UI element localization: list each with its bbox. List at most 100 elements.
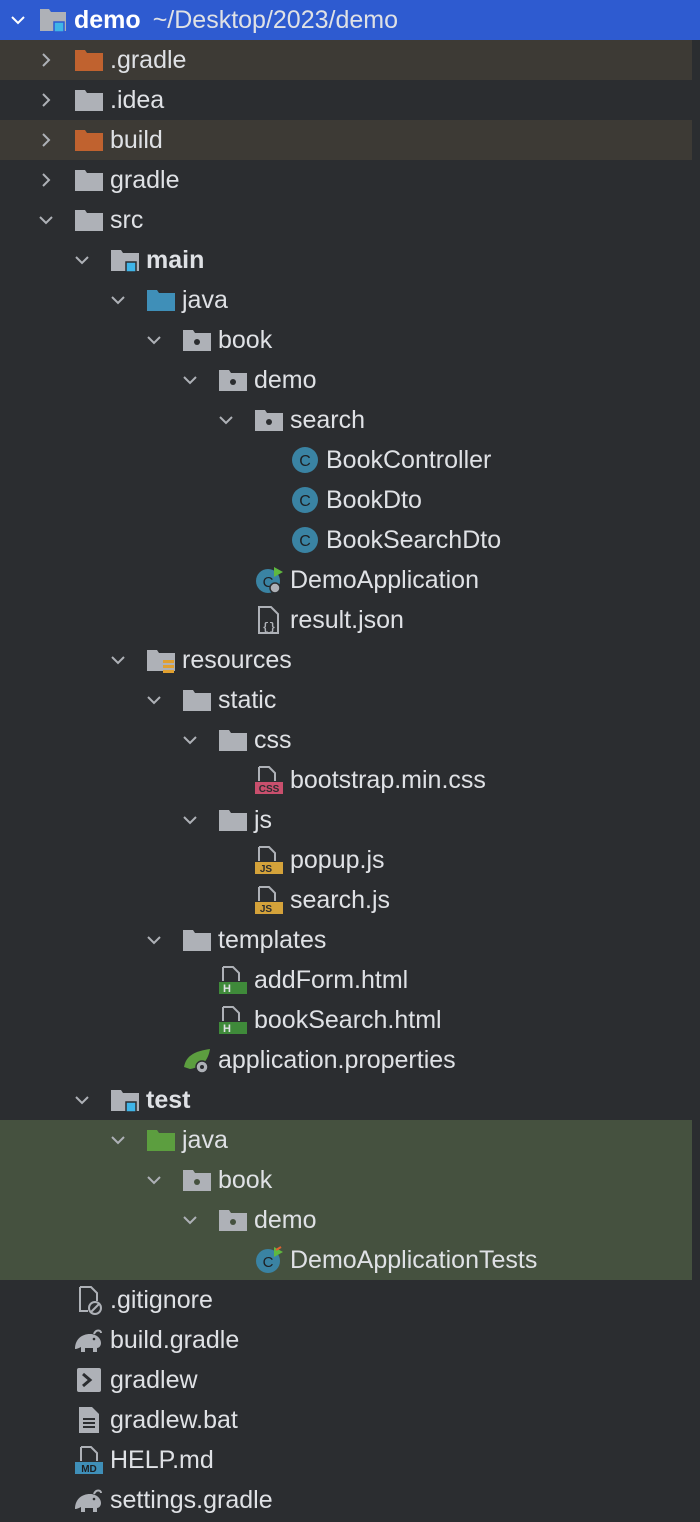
tree-row[interactable]: settings.gradle bbox=[0, 1480, 692, 1520]
folder-icon bbox=[182, 925, 212, 955]
tree-row[interactable]: MD HELP.md bbox=[0, 1440, 692, 1480]
tree-row[interactable]: C DemoApplicationTests bbox=[0, 1240, 692, 1280]
svg-text:JS: JS bbox=[260, 864, 273, 875]
chevron-down-icon[interactable] bbox=[178, 1200, 202, 1240]
tree-row[interactable]: C DemoApplication bbox=[0, 560, 692, 600]
text-file-icon bbox=[74, 1405, 104, 1435]
tree-label: build bbox=[110, 126, 163, 154]
chevron-right-icon[interactable] bbox=[34, 120, 58, 160]
tree-row[interactable]: C BookSearchDto bbox=[0, 520, 692, 560]
test-root-icon bbox=[146, 1125, 176, 1155]
html-file-icon: H bbox=[218, 965, 248, 995]
tree-row[interactable]: java bbox=[0, 1120, 692, 1160]
package-icon bbox=[182, 325, 212, 355]
chevron-down-icon[interactable] bbox=[214, 400, 238, 440]
chevron-right-icon[interactable] bbox=[34, 160, 58, 200]
tree-row[interactable]: css bbox=[0, 720, 692, 760]
chevron-down-icon[interactable] bbox=[6, 0, 30, 40]
css-file-icon: CSS bbox=[254, 765, 284, 795]
chevron-down-icon[interactable] bbox=[142, 680, 166, 720]
chevron-down-icon[interactable] bbox=[70, 1080, 94, 1120]
chevron-down-icon[interactable] bbox=[34, 200, 58, 240]
gradle-icon bbox=[72, 1325, 102, 1355]
tree-row[interactable]: .gradle bbox=[0, 40, 692, 80]
tree-row[interactable]: C BookDto bbox=[0, 480, 692, 520]
tree-label: bootstrap.min.css bbox=[290, 766, 486, 794]
chevron-down-icon[interactable] bbox=[106, 280, 130, 320]
chevron-down-icon[interactable] bbox=[142, 320, 166, 360]
chevron-down-icon[interactable] bbox=[178, 360, 202, 400]
tree-row-project-root[interactable]: demo ~/Desktop/2023/demo bbox=[0, 0, 700, 40]
tree-row[interactable]: .idea bbox=[0, 80, 692, 120]
tree-label: templates bbox=[218, 926, 327, 954]
tree-row[interactable]: gradle bbox=[0, 160, 692, 200]
folder-icon bbox=[218, 805, 248, 835]
package-icon bbox=[182, 1165, 212, 1195]
tree-label: gradle bbox=[110, 166, 180, 194]
tree-label: DemoApplication bbox=[290, 566, 479, 594]
tree-label: result.json bbox=[290, 606, 404, 634]
tree-label: BookController bbox=[326, 446, 492, 474]
tree-row[interactable]: book bbox=[0, 320, 692, 360]
tree-row[interactable]: CSS bootstrap.min.css bbox=[0, 760, 692, 800]
tree-row[interactable]: gradlew bbox=[0, 1360, 692, 1400]
tree-row[interactable]: templates bbox=[0, 920, 692, 960]
chevron-down-icon[interactable] bbox=[70, 240, 94, 280]
tree-row[interactable]: resources bbox=[0, 640, 692, 680]
tree-row[interactable]: demo bbox=[0, 360, 692, 400]
tree-row[interactable]: build.gradle bbox=[0, 1320, 692, 1360]
tree-label: src bbox=[110, 206, 144, 234]
chevron-down-icon[interactable] bbox=[178, 800, 202, 840]
tree-row[interactable]: book bbox=[0, 1160, 692, 1200]
tree-row[interactable]: JS search.js bbox=[0, 880, 692, 920]
chevron-down-icon[interactable] bbox=[106, 1120, 130, 1160]
tree-row[interactable]: .gitignore bbox=[0, 1280, 692, 1320]
spring-boot-app-icon: C bbox=[254, 565, 284, 595]
tree-label: build.gradle bbox=[110, 1326, 240, 1354]
tree-row[interactable]: {} result.json bbox=[0, 600, 692, 640]
tree-row[interactable]: application.properties bbox=[0, 1040, 692, 1080]
tree-label: gradlew.bat bbox=[110, 1406, 238, 1434]
tree-row[interactable]: gradlew.bat bbox=[0, 1400, 692, 1440]
folder-icon bbox=[74, 85, 104, 115]
tree-label: test bbox=[146, 1086, 191, 1114]
tree-label: BookDto bbox=[326, 486, 422, 514]
tree-row[interactable]: test bbox=[0, 1080, 692, 1120]
class-icon: C bbox=[290, 445, 320, 475]
chevron-right-icon[interactable] bbox=[34, 80, 58, 120]
tree-label: .gitignore bbox=[110, 1286, 213, 1314]
tree-row[interactable]: demo bbox=[0, 1200, 692, 1240]
tree-label: HELP.md bbox=[110, 1446, 214, 1474]
chevron-down-icon[interactable] bbox=[142, 920, 166, 960]
resources-root-icon bbox=[146, 645, 176, 675]
tree-row[interactable]: H addForm.html bbox=[0, 960, 692, 1000]
folder-icon bbox=[74, 165, 104, 195]
svg-text:C: C bbox=[299, 533, 311, 550]
chevron-right-icon[interactable] bbox=[34, 40, 58, 80]
tree-label: java bbox=[182, 1126, 228, 1154]
chevron-down-icon[interactable] bbox=[178, 720, 202, 760]
tree-row[interactable]: H bookSearch.html bbox=[0, 1000, 692, 1040]
tree-row[interactable]: src bbox=[0, 200, 692, 240]
tree-label: book bbox=[218, 326, 273, 354]
tree-row[interactable]: java bbox=[0, 280, 692, 320]
folder-icon bbox=[74, 45, 104, 75]
svg-text:C: C bbox=[263, 1254, 274, 1271]
svg-text:{}: {} bbox=[262, 622, 275, 634]
tree-row[interactable]: js bbox=[0, 800, 692, 840]
tree-row[interactable]: JS popup.js bbox=[0, 840, 692, 880]
package-icon bbox=[218, 1205, 248, 1235]
tree-row[interactable]: build bbox=[0, 120, 692, 160]
chevron-down-icon[interactable] bbox=[142, 1160, 166, 1200]
tree-row[interactable]: static bbox=[0, 680, 692, 720]
tree-row[interactable]: main bbox=[0, 240, 692, 280]
markdown-file-icon: MD bbox=[74, 1445, 104, 1475]
tree-label: search.js bbox=[290, 886, 391, 914]
tree-row[interactable]: C BookController bbox=[0, 440, 692, 480]
test-class-icon: C bbox=[254, 1245, 284, 1275]
folder-icon bbox=[218, 725, 248, 755]
chevron-down-icon[interactable] bbox=[106, 640, 130, 680]
tree-label: BookSearchDto bbox=[326, 526, 502, 554]
tree-label: demo bbox=[254, 366, 317, 394]
tree-row[interactable]: search bbox=[0, 400, 692, 440]
